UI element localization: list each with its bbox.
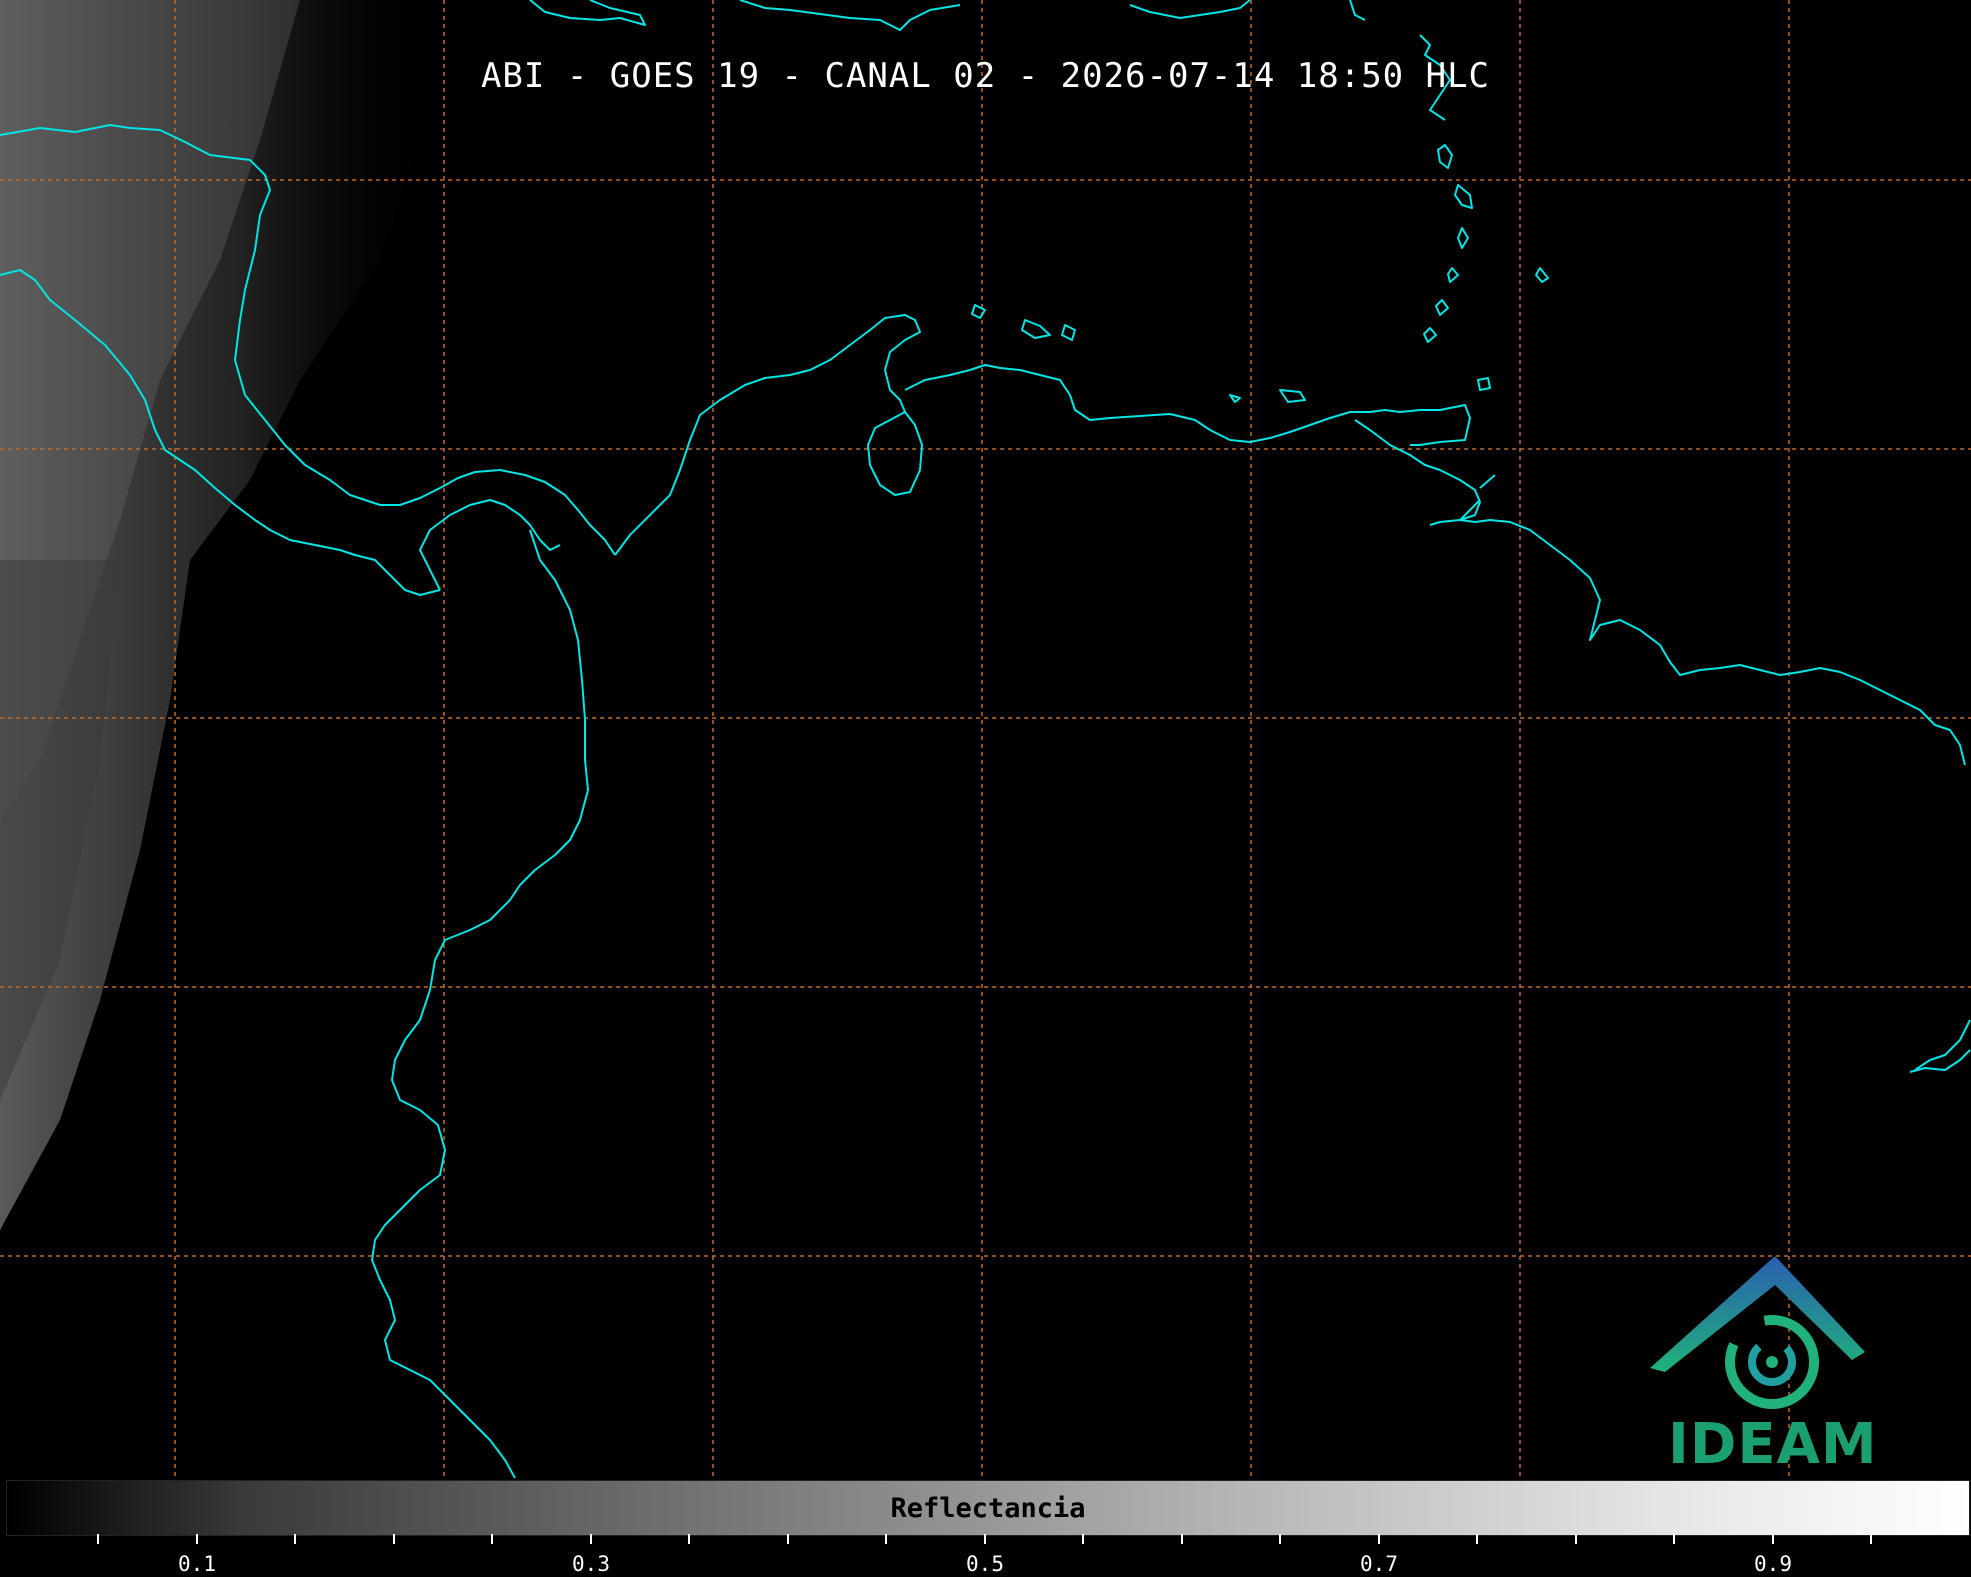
colorbar-tick-label: 0.5 [966,1552,1004,1576]
colorbar-tick-label: 0.9 [1754,1552,1792,1576]
satellite-map [0,0,1971,1480]
colorbar: Reflectancia [6,1480,1970,1536]
ideam-logo-text: IDEAM [1668,1412,1878,1477]
colorbar-ticks [97,1534,1872,1544]
colorbar-label: Reflectancia [890,1493,1086,1524]
colorbar-tick-label: 0.7 [1360,1552,1398,1576]
image-title: ABI - GOES 19 - CANAL 02 - 2026-07-14 18… [480,56,1491,96]
colorbar-tick-label: 0.3 [572,1552,610,1576]
colorbar-tick-label: 0.1 [178,1552,216,1576]
